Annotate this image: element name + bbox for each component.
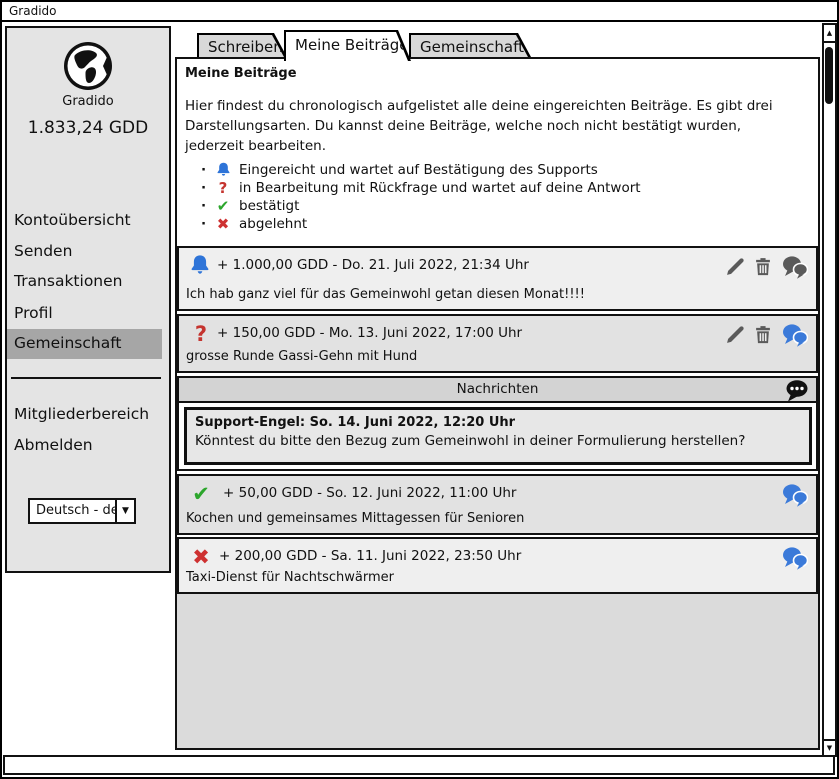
messages-title: Nachrichten [457, 381, 539, 397]
legend-label: bestätigt [239, 198, 299, 214]
chevron-down-icon[interactable]: ▼ [115, 500, 134, 522]
tab-label: Gemeinschaft [420, 38, 524, 56]
messages-panel: Nachrichten Support-Engel: So. 14. Juni … [177, 376, 818, 471]
entry-title: + 50,00 GDD - So. 12. Juni 2022, 11:00 U… [223, 485, 516, 501]
bell-icon [211, 161, 235, 178]
bullet-dot: · [201, 180, 211, 196]
chat-icon[interactable] [782, 323, 806, 347]
balance-label: 1.833,24 GDD [7, 118, 169, 138]
cross-icon: ✖ [211, 215, 235, 233]
legend-item: · Eingereicht und wartet auf Bestätigung… [201, 160, 598, 179]
sidebar-item-mitgliederbereich[interactable]: Mitgliederbereich [7, 400, 162, 428]
scroll-down-icon[interactable]: ▼ [824, 739, 835, 755]
delete-icon[interactable] [752, 323, 776, 347]
tab-label: Meine Beiträge [295, 36, 409, 54]
edit-icon[interactable] [724, 323, 748, 347]
message-text: Könntest du bitte den Bezug zum Gemeinwo… [195, 433, 745, 449]
globe-icon [62, 40, 114, 92]
contribution-entry: ✖ + 200,00 GDD - Sa. 11. Juni 2022, 23:5… [177, 537, 818, 594]
legend-label: in Bearbeitung mit Rückfrage und wartet … [239, 180, 641, 196]
tab-gemeinschaft[interactable]: Gemeinschaft [409, 33, 531, 57]
app-window: Gradido Gradido 1.833,24 GDD Kontoübersi… [0, 0, 839, 779]
sidebar-item-profil[interactable]: Profil [7, 299, 162, 327]
legend-label: abgelehnt [239, 216, 307, 232]
scroll-up-icon[interactable]: ▲ [824, 25, 835, 43]
check-icon: ✔ [188, 481, 214, 507]
chat-icon[interactable] [782, 255, 806, 279]
sidebar-item-abmelden[interactable]: Abmelden [7, 431, 162, 459]
legend-item: · ✖ abgelehnt [201, 214, 307, 233]
page-title: Meine Beiträge [185, 66, 297, 81]
entry-title: + 150,00 GDD - Mo. 13. Juni 2022, 17:00 … [217, 325, 522, 341]
messages-header-bar: Nachrichten [179, 378, 816, 403]
tab-label: Schreiben [208, 38, 283, 56]
language-select-value: Deutsch - de [36, 500, 119, 522]
messages-bubble-icon[interactable] [785, 379, 809, 401]
sidebar: Gradido 1.833,24 GDD Kontoübersicht Send… [5, 26, 171, 573]
cross-icon: ✖ [188, 544, 214, 570]
language-select[interactable]: Deutsch - de ▼ [28, 498, 136, 524]
bullet-dot: · [201, 162, 211, 178]
edit-icon[interactable] [724, 255, 748, 279]
sidebar-item-kontouebersicht[interactable]: Kontoübersicht [7, 206, 162, 234]
vertical-scrollbar[interactable]: ▲ ▼ [822, 23, 837, 757]
entry-description: Ich hab ganz viel für das Gemeinwohl get… [186, 287, 585, 302]
contribution-entry: + 1.000,00 GDD - Do. 21. Juli 2022, 21:3… [177, 246, 818, 311]
entry-description: Taxi-Dienst für Nachtschwärmer [186, 570, 394, 585]
bullet-dot: · [201, 198, 211, 214]
main-panel: Meine Beiträge Hier findest du chronolog… [175, 57, 820, 750]
entry-title: + 200,00 GDD - Sa. 11. Juni 2022, 23:50 … [219, 548, 521, 564]
chat-icon[interactable] [782, 546, 806, 570]
message-author-date: Support-Engel: So. 14. Juni 2022, 12:20 … [195, 415, 515, 430]
intro-text: Hier findest du chronologisch aufgeliste… [185, 97, 785, 157]
legend-item: · ? in Bearbeitung mit Rückfrage und war… [201, 178, 641, 197]
entry-title: + 1.000,00 GDD - Do. 21. Juli 2022, 21:3… [217, 257, 529, 273]
delete-icon[interactable] [752, 255, 776, 279]
bullet-dot: · [201, 216, 211, 232]
tab-meine-beitraege[interactable]: Meine Beiträge [284, 30, 411, 61]
question-icon: ? [188, 321, 214, 347]
window-title-bar: Gradido [2, 2, 837, 22]
sidebar-item-transaktionen[interactable]: Transaktionen [7, 267, 162, 295]
question-icon: ? [211, 179, 235, 197]
horizontal-scrollbar[interactable] [3, 755, 835, 775]
legend-item: · ✔ bestätigt [201, 196, 299, 215]
legend-label: Eingereicht und wartet auf Bestätigung d… [239, 162, 598, 178]
sidebar-item-gemeinschaft[interactable]: Gemeinschaft [7, 329, 162, 359]
scrollbar-thumb[interactable] [825, 47, 833, 104]
panel-empty-area [177, 594, 818, 748]
contribution-entry: ? + 150,00 GDD - Mo. 13. Juni 2022, 17:0… [177, 314, 818, 373]
window-title: Gradido [9, 4, 57, 18]
message-box: Support-Engel: So. 14. Juni 2022, 12:20 … [184, 407, 812, 465]
sidebar-item-senden[interactable]: Senden [7, 237, 162, 265]
sidebar-divider [11, 377, 161, 379]
brand-label: Gradido [7, 94, 169, 109]
entry-description: Kochen und gemeinsames Mittagessen für S… [186, 511, 524, 526]
tab-schreiben[interactable]: Schreiben [197, 33, 287, 57]
contribution-entry: ✔ + 50,00 GDD - So. 12. Juni 2022, 11:00… [177, 474, 818, 535]
check-icon: ✔ [211, 197, 235, 215]
entry-description: grosse Runde Gassi-Gehn mit Hund [186, 349, 417, 364]
chat-icon[interactable] [782, 483, 806, 507]
bell-icon [188, 253, 214, 279]
